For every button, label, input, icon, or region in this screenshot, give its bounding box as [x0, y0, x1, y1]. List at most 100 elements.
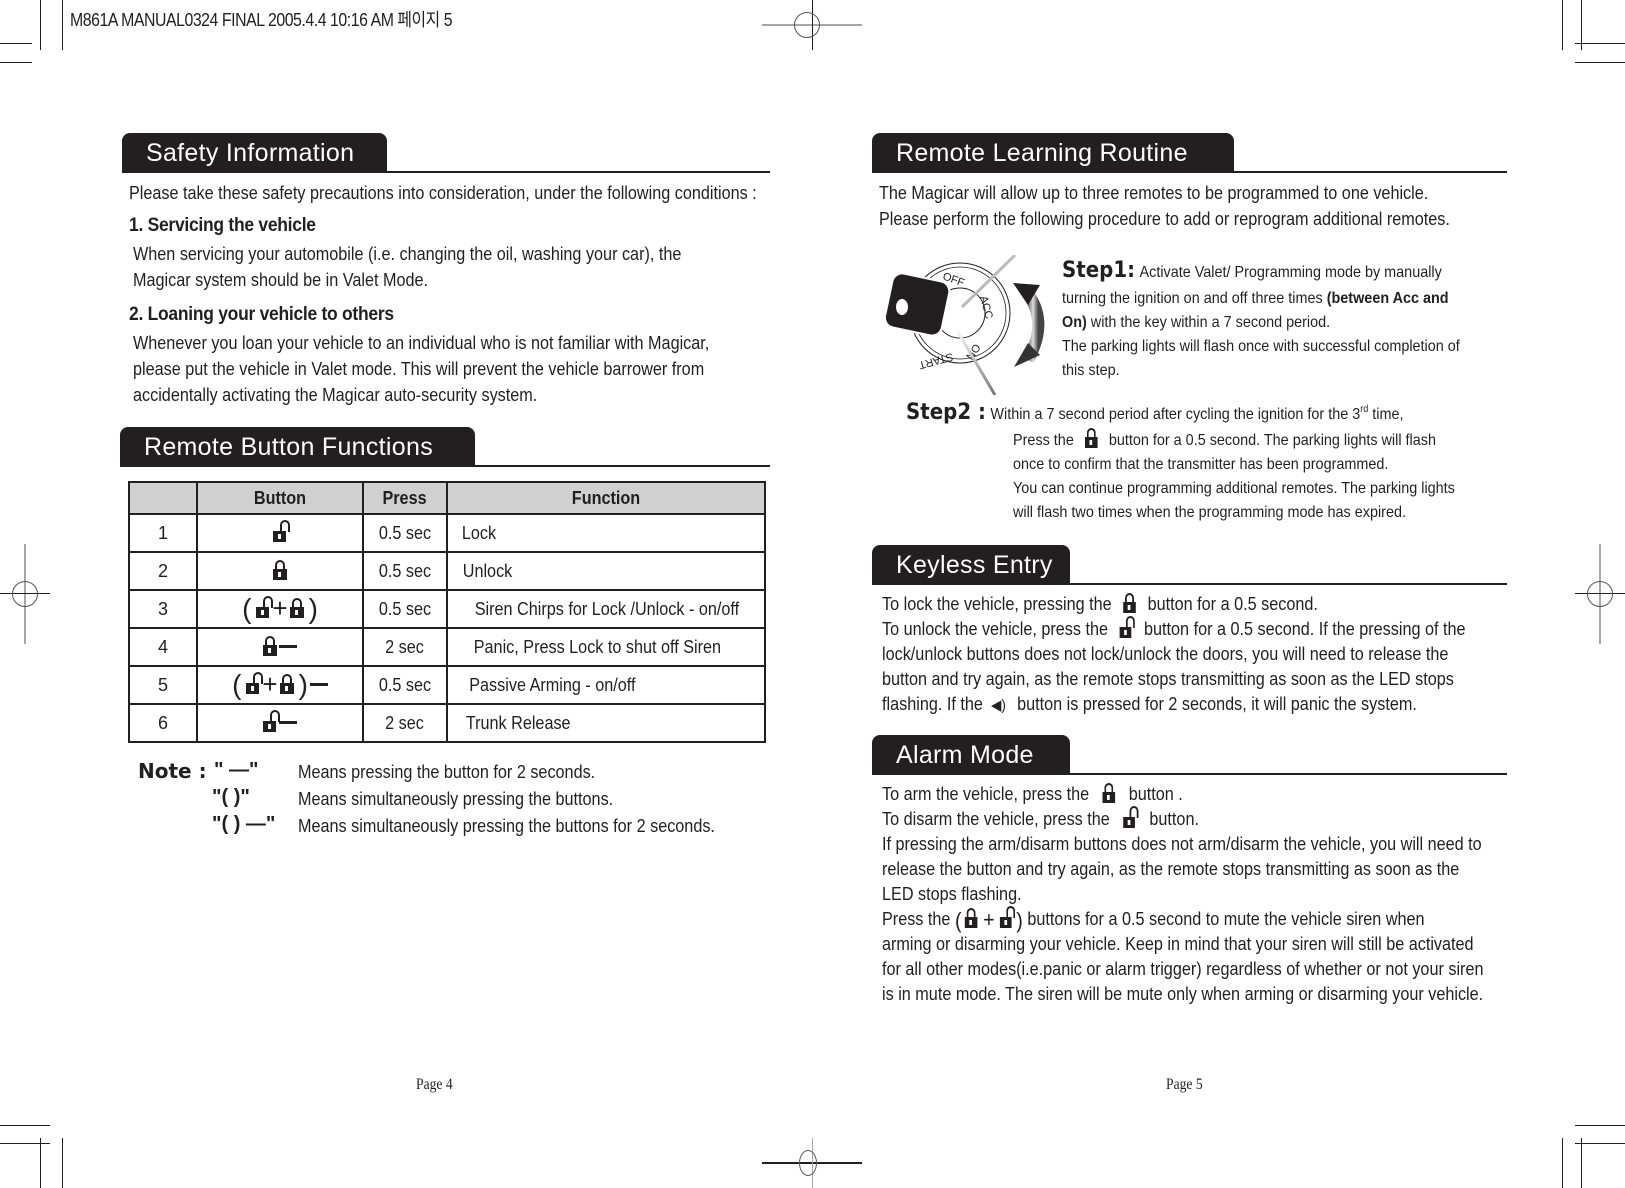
column-header-press: Press: [362, 481, 448, 515]
long-press-dash: [279, 721, 297, 724]
step2-line: Press the button for a 0.5 second. The p…: [1013, 428, 1436, 453]
divider: [120, 465, 770, 467]
button-combination: ( + ): [196, 665, 364, 705]
safety-text-line: When servicing your automobile (i.e. cha…: [133, 244, 682, 264]
ignition-key-illustration: OFF ACC ON START: [883, 255, 1045, 395]
section-title: Remote Button Functions: [120, 427, 475, 467]
safety-text-line: Whenever you loan your vehicle to an ind…: [133, 333, 710, 353]
plus-sign: +: [262, 669, 278, 699]
paren-close: ): [308, 593, 318, 624]
press-duration: 2 sec: [362, 703, 448, 743]
function-description: Trunk Release: [446, 703, 766, 743]
press-duration: 2 sec: [362, 627, 448, 667]
alarm-line: for all other modes(i.e.panic or alarm t…: [882, 959, 1484, 979]
section-header: Keyless Entry: [872, 545, 1507, 585]
safety-text-line: accidentally activating the Magicar auto…: [133, 385, 538, 405]
safety-heading-loaning: 2. Loaning your vehicle to others: [129, 304, 394, 325]
function-description: Siren Chirps for Lock /Unlock - on/off: [446, 589, 766, 629]
lock-icon: [289, 598, 304, 618]
page-number-left: Page 4: [416, 1076, 453, 1093]
step1-line: turning the ignition on and off three ti…: [1062, 290, 1449, 307]
alarm-line: release the button and try again, as the…: [882, 859, 1460, 879]
paren-close: ): [298, 669, 308, 700]
table-row: 1 0.5 sec Lock: [128, 513, 766, 553]
section-title: Keyless Entry: [872, 545, 1070, 585]
unlock-icon: [256, 596, 274, 618]
paren-close: ): [1016, 908, 1023, 933]
table-row: 3 ( + ) 0.5 sec Siren Chirps for Lock /U…: [128, 589, 766, 629]
ignition-label-acc: ACC: [977, 295, 995, 321]
divider: [122, 171, 770, 173]
lock-icon: [263, 636, 277, 656]
safety-text-line: please put the vehicle in Valet mode. Th…: [133, 359, 705, 379]
lock-icon: [273, 560, 287, 580]
note-label: Note :: [138, 759, 207, 783]
button-combination: ( + ): [196, 589, 364, 629]
alarm-line: is in mute mode. The siren will be mute …: [882, 984, 1484, 1004]
row-number: 5: [128, 665, 198, 705]
step2-line: Step2 : Within a 7 second period after c…: [906, 400, 1404, 425]
table-row: 4 2 sec Panic, Press Lock to shut off Si…: [128, 627, 766, 667]
keyless-line: button and try again, as the remote stop…: [882, 669, 1454, 689]
function-description: Unlock: [446, 551, 766, 591]
step1-line: Step1: Activate Valet/ Programming mode …: [1062, 258, 1442, 283]
section-title: Alarm Mode: [872, 735, 1070, 775]
alarm-line: If pressing the arm/disarm buttons does …: [882, 834, 1482, 854]
row-number: 1: [128, 513, 198, 553]
table-row: 2 0.5 sec Unlock: [128, 551, 766, 591]
divider: [872, 773, 1507, 775]
section-header: Alarm Mode: [872, 735, 1507, 775]
note-symbol: "( ) —": [212, 813, 276, 835]
lock-icon: [965, 908, 978, 928]
column-header-button: Button: [196, 481, 364, 515]
lock-icon: [1123, 593, 1136, 613]
keyless-line: To unlock the vehicle, press the button …: [882, 616, 1466, 643]
unlock-icon: [246, 672, 264, 694]
alarm-line: LED stops flashing.: [882, 884, 1022, 904]
note-symbol: " —": [214, 759, 259, 781]
button-combination: [196, 627, 364, 667]
note-text: Means simultaneously pressing the button…: [298, 816, 715, 836]
plus-sign: +: [272, 593, 288, 623]
column-header-function: Function: [446, 481, 766, 515]
step2-line: will flash two times when the programmin…: [1013, 504, 1406, 521]
alarm-line: Press the (+) buttons for a 0.5 second t…: [882, 906, 1425, 933]
press-duration: 0.5 sec: [362, 589, 448, 629]
learning-intro-line: Please perform the following procedure t…: [879, 209, 1450, 229]
function-description: Passive Arming - on/off: [446, 665, 766, 705]
safety-intro: Please take these safety precautions int…: [129, 183, 757, 203]
column-header-number: [128, 481, 198, 515]
unlock-icon: [1000, 906, 1016, 928]
button-combination: [196, 513, 364, 553]
alarm-line: arming or disarming your vehicle. Keep i…: [882, 934, 1474, 954]
press-duration: 0.5 sec: [362, 665, 448, 705]
keyless-line: flashing. If the ◀︎) button is pressed f…: [882, 692, 1417, 719]
row-number: 4: [128, 627, 198, 667]
paren-open: (: [232, 669, 242, 700]
table-row: 5 ( + ) 0.5 sec Passive Arming - on/off: [128, 665, 766, 705]
safety-text-line: Magicar system should be in Valet Mode.: [133, 270, 429, 290]
step1-line: this step.: [1062, 362, 1120, 379]
ignition-label-start: START: [917, 350, 954, 371]
press-duration: 0.5 sec: [362, 513, 448, 553]
lock-icon: [279, 674, 294, 694]
note-text: Means simultaneously pressing the button…: [298, 789, 614, 809]
keyless-line: To lock the vehicle, pressing the button…: [882, 593, 1318, 614]
step1-label: Step1:: [1062, 258, 1136, 283]
press-duration: 0.5 sec: [362, 551, 448, 591]
speaker-icon: ◀︎): [990, 697, 1006, 714]
step1-line: The parking lights will flash once with …: [1062, 338, 1460, 355]
button-functions-table: Button Press Function 1 0.5 sec Lock 2 0…: [128, 481, 766, 743]
alarm-line: To arm the vehicle, press the button .: [882, 783, 1183, 804]
unlock-icon: [1123, 806, 1139, 828]
row-number: 6: [128, 703, 198, 743]
button-combination: [196, 703, 364, 743]
lock-icon: [1102, 783, 1116, 803]
divider: [872, 583, 1507, 585]
step2-line: You can continue programming additional …: [1013, 480, 1455, 497]
row-number: 3: [128, 589, 198, 629]
safety-heading-servicing: 1. Servicing the vehicle: [129, 215, 316, 236]
section-header: Safety Information: [122, 133, 770, 173]
paren-open: (: [242, 593, 252, 624]
step2-label: Step2 :: [906, 400, 986, 425]
